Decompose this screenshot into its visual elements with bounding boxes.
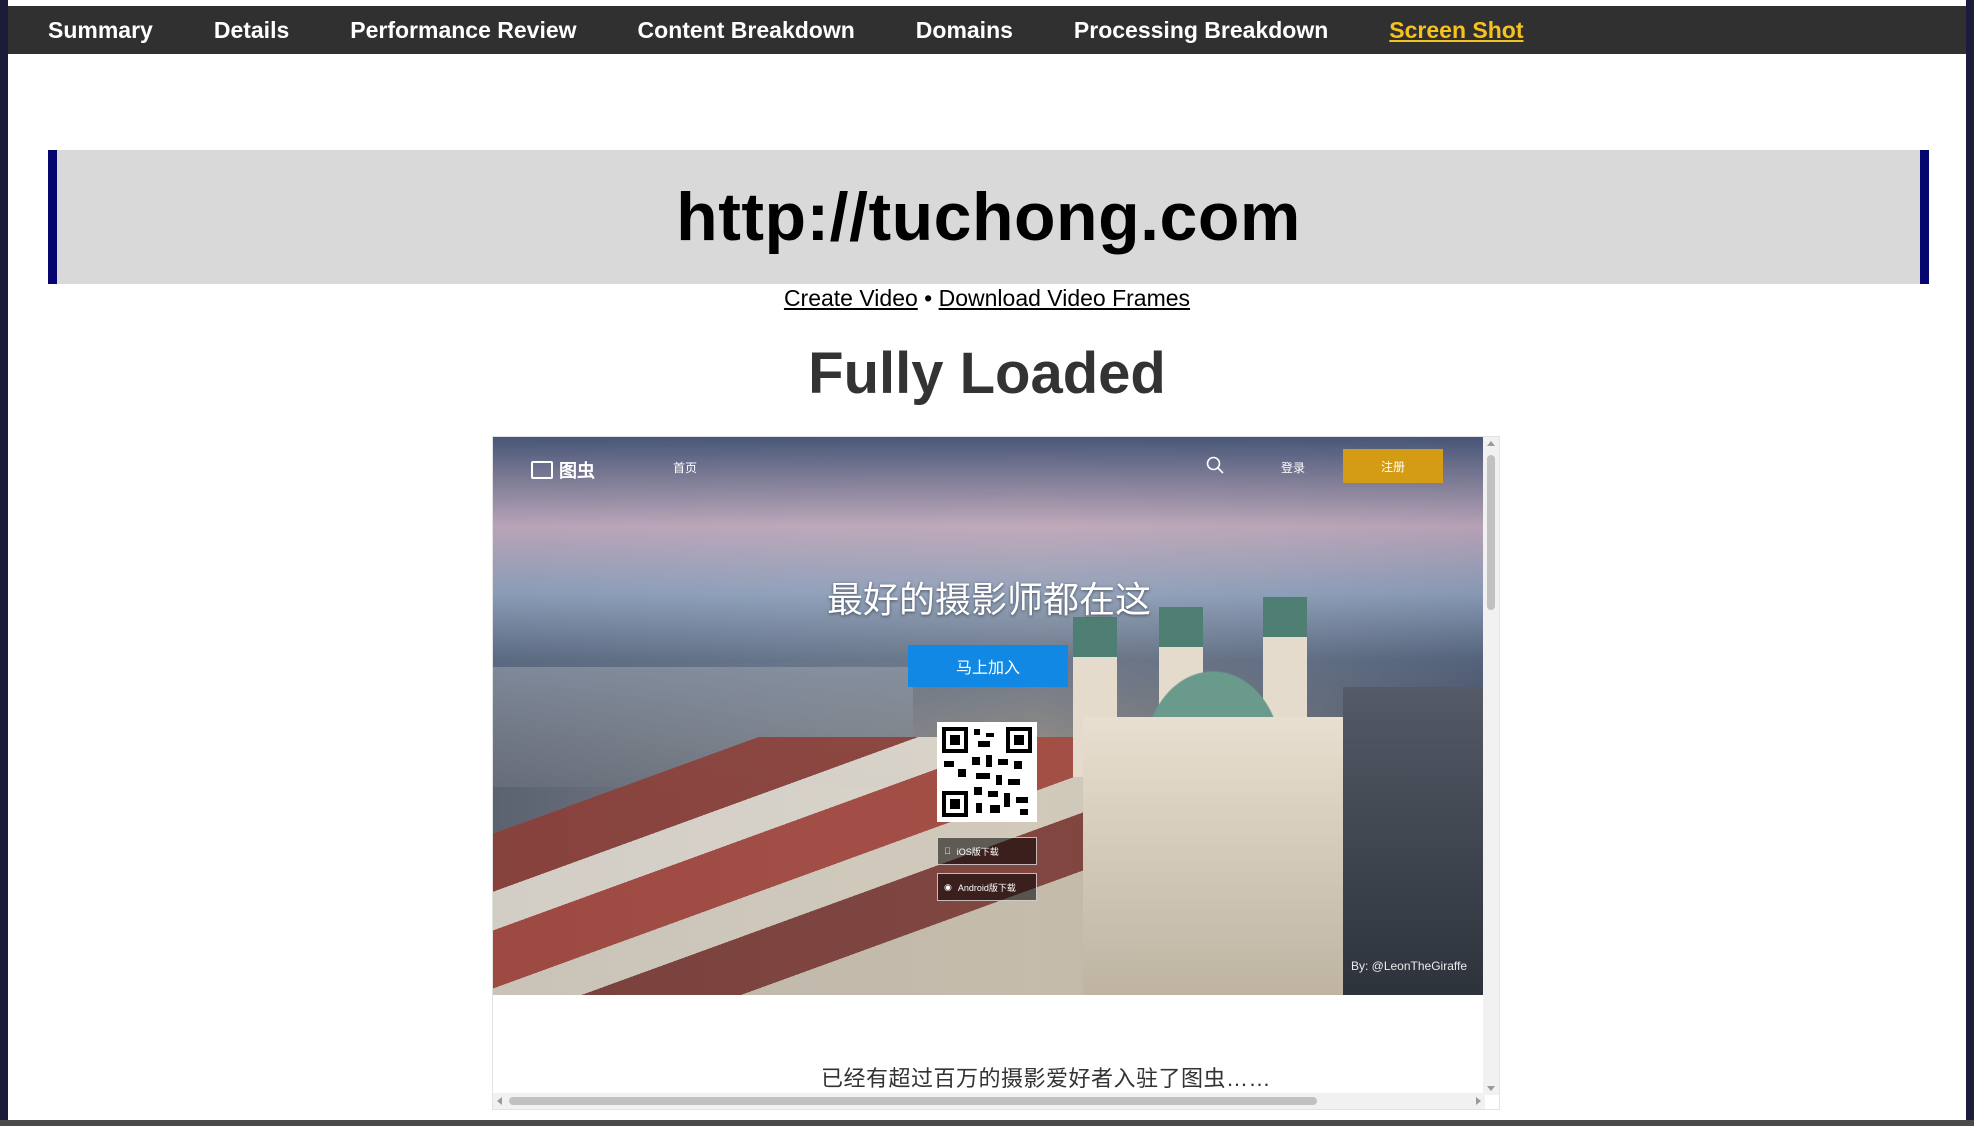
nav-screen-shot[interactable]: Screen Shot xyxy=(1389,17,1523,44)
nav-summary[interactable]: Summary xyxy=(48,17,153,44)
photo-street xyxy=(1343,687,1485,995)
url-banner: http://tuchong.com xyxy=(48,150,1929,284)
horizontal-scroll-thumb[interactable] xyxy=(509,1097,1317,1105)
top-nav: Summary Details Performance Review Conte… xyxy=(8,6,1966,54)
site-logo[interactable]: 图虫 xyxy=(531,457,595,483)
android-icon: ◉ xyxy=(944,881,952,892)
photo-credit: By: @LeonTheGiraffe xyxy=(1350,959,1467,973)
member-count-text: 已经有超过百万的摄影爱好者入驻了图虫…… xyxy=(820,1066,1271,1091)
hero-photo: 图虫 首页 登录 注册 最好的摄影师都在这 马上加入 iOS版下载 ◉ Andr… xyxy=(493,437,1485,995)
nav-content-breakdown[interactable]: Content Breakdown xyxy=(638,17,855,44)
page: Summary Details Performance Review Conte… xyxy=(8,0,1966,1126)
scroll-left-icon[interactable] xyxy=(497,1097,502,1105)
vertical-scrollbar[interactable] xyxy=(1483,437,1499,1095)
nav-processing-breakdown[interactable]: Processing Breakdown xyxy=(1074,17,1328,44)
section-title: Fully Loaded xyxy=(808,341,1166,406)
site-header: 图虫 首页 登录 注册 xyxy=(493,437,1485,497)
logo-icon xyxy=(531,461,553,479)
ios-download-label: iOS版下载 xyxy=(950,846,999,857)
qr-code-icon xyxy=(937,722,1037,822)
fully-loaded-screenshot: 图虫 首页 登录 注册 最好的摄影师都在这 马上加入 iOS版下载 ◉ Andr… xyxy=(492,436,1500,1110)
horizontal-scrollbar[interactable] xyxy=(493,1093,1485,1109)
link-separator: • xyxy=(924,285,933,311)
bottom-edge xyxy=(0,1120,1974,1126)
android-download-button[interactable]: ◉ Android版下载 xyxy=(937,873,1037,901)
create-video-link[interactable]: Create Video xyxy=(784,285,918,311)
register-button[interactable]: 注册 xyxy=(1343,449,1443,483)
nav-domains[interactable]: Domains xyxy=(916,17,1013,44)
page-url-title: http://tuchong.com xyxy=(676,179,1301,255)
download-video-frames-link[interactable]: Download Video Frames xyxy=(939,285,1190,311)
ios-download-button[interactable]:  iOS版下载 xyxy=(937,837,1037,865)
nav-details[interactable]: Details xyxy=(214,17,289,44)
scroll-up-icon[interactable] xyxy=(1487,441,1495,446)
vertical-scroll-thumb[interactable] xyxy=(1487,455,1495,610)
scroll-down-icon[interactable] xyxy=(1487,1086,1495,1091)
hero-title: 最好的摄影师都在这 xyxy=(826,579,1151,620)
login-link[interactable]: 登录 xyxy=(1281,459,1305,476)
android-download-label: Android版下载 xyxy=(957,882,1016,893)
video-links: Create Video • Download Video Frames xyxy=(0,285,1974,312)
home-link[interactable]: 首页 xyxy=(673,459,697,476)
search-icon[interactable] xyxy=(1205,455,1225,475)
apple-icon:  xyxy=(944,846,951,856)
nav-performance-review[interactable]: Performance Review xyxy=(350,17,576,44)
photo-church xyxy=(1063,587,1363,995)
photo-church-body xyxy=(1083,717,1343,995)
join-button[interactable]: 马上加入 xyxy=(908,645,1068,687)
logo-text: 图虫 xyxy=(559,461,595,481)
scroll-right-icon[interactable] xyxy=(1476,1097,1481,1105)
